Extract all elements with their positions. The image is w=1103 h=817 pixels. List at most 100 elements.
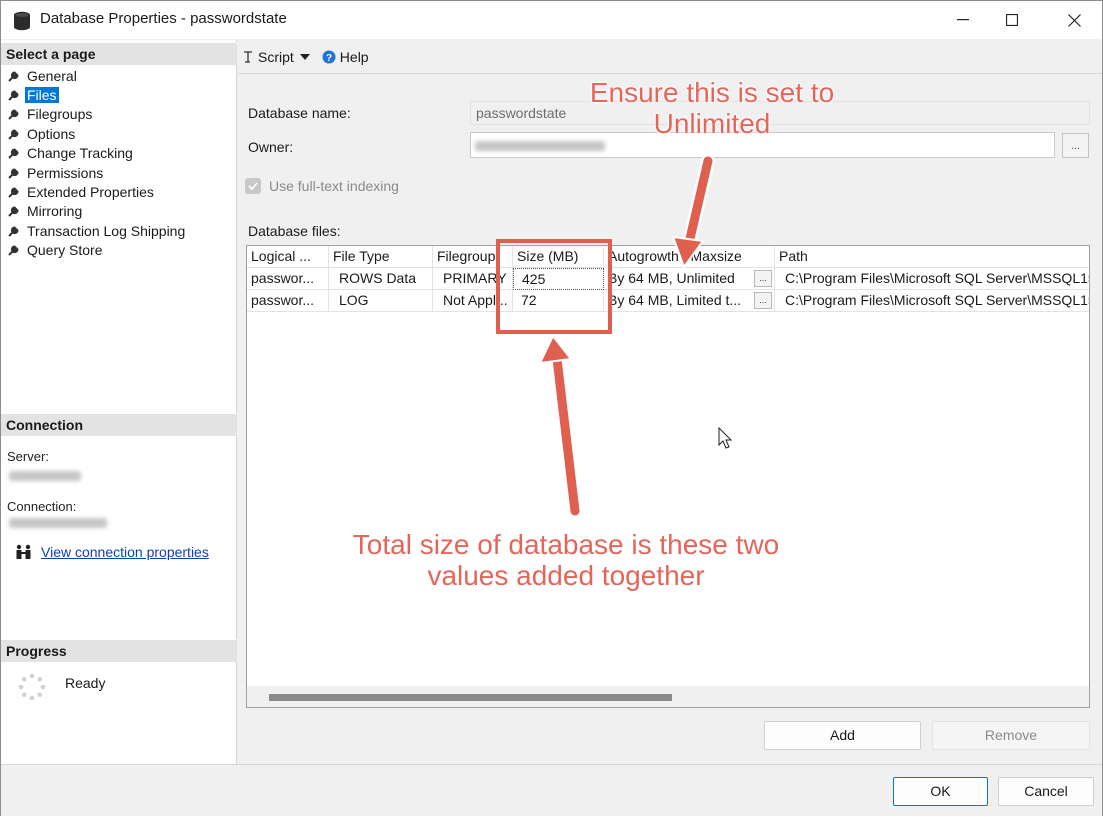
- database-icon: [14, 11, 30, 31]
- connection-icon: [16, 544, 31, 559]
- wrench-icon: [8, 245, 19, 256]
- view-connection-properties-link[interactable]: View connection properties: [15, 544, 209, 560]
- wrench-icon: [8, 206, 19, 218]
- database-name-label: Database name:: [248, 105, 351, 121]
- dialog-button-bar: OK Cancel: [1, 764, 1102, 816]
- script-button[interactable]: Script: [242, 49, 314, 65]
- maximize-button[interactable]: [989, 1, 1035, 39]
- cell-autogrowth[interactable]: By 64 MB, Limited t... ...: [604, 290, 775, 312]
- left-panel: Select a page General Files Filegroups O…: [1, 40, 237, 764]
- table-row[interactable]: passwor... LOG Not Appl... 72 By 64 MB, …: [247, 290, 1089, 312]
- wrench-icon: [8, 109, 19, 121]
- cell-file-type[interactable]: ROWS Data: [329, 268, 433, 290]
- window-title: Database Properties - passwordstate: [40, 10, 287, 27]
- owner-browse-button[interactable]: ...: [1062, 133, 1089, 158]
- sidebar-item-label: Files: [25, 87, 59, 104]
- toolbar: Script ? Help: [238, 40, 1102, 74]
- cancel-button[interactable]: Cancel: [998, 777, 1094, 806]
- autogrowth-value: By 64 MB, Limited t...: [608, 292, 742, 308]
- wrench-icon: [8, 148, 19, 159]
- connection-heading: Connection: [1, 413, 237, 436]
- ok-button[interactable]: OK: [893, 777, 988, 806]
- cell-path[interactable]: C:\Program Files\Microsoft SQL Server\MS…: [775, 268, 1089, 290]
- select-page-heading: Select a page: [1, 42, 237, 65]
- connection-value-redacted: [9, 518, 107, 528]
- sidebar-item-options[interactable]: Options: [7, 124, 187, 143]
- autogrowth-edit-button[interactable]: ...: [754, 270, 772, 287]
- sidebar-item-label: Mirroring: [27, 203, 83, 220]
- scrollbar-thumb[interactable]: [269, 694, 672, 701]
- table-row[interactable]: passwor... ROWS Data PRIMARY 425 By 64 M…: [247, 268, 1089, 290]
- fulltext-label: Use full-text indexing: [269, 178, 399, 194]
- annotation-top-line1: Ensure this is set to: [589, 76, 835, 108]
- remove-button[interactable]: Remove: [932, 721, 1090, 750]
- autogrowth-edit-button[interactable]: ...: [754, 292, 772, 309]
- connection-label: Connection:: [7, 499, 77, 514]
- database-files-label: Database files:: [248, 223, 341, 239]
- script-icon: [244, 50, 252, 63]
- sidebar-item-filegroups[interactable]: Filegroups: [7, 105, 187, 124]
- sidebar-item-label: Change Tracking: [27, 145, 133, 162]
- main-content: Script ? Help Database name: passwordsta…: [238, 40, 1102, 764]
- sidebar-item-extended-properties[interactable]: Extended Properties: [7, 182, 187, 201]
- fulltext-indexing-option: Use full-text indexing: [245, 178, 399, 194]
- column-header-autogrowth[interactable]: Autogrowth / Maxsize: [604, 246, 775, 268]
- sidebar-item-label: Transaction Log Shipping: [27, 222, 186, 239]
- sidebar-item-label: Options: [27, 125, 76, 142]
- sidebar-item-files[interactable]: Files: [7, 85, 187, 104]
- minimize-icon: [957, 19, 969, 21]
- cell-file-type[interactable]: LOG: [329, 290, 433, 312]
- wrench-icon: [8, 226, 19, 237]
- annotation-top-note: Ensure this is set to Unlimited: [557, 76, 867, 139]
- title-bar: Database Properties - passwordstate: [1, 1, 1102, 39]
- server-label: Server:: [7, 449, 49, 464]
- minimize-button[interactable]: [940, 1, 986, 39]
- horizontal-scrollbar[interactable]: [247, 686, 1089, 707]
- check-icon: [248, 182, 258, 190]
- annotation-bottom-note: Total size of database is these two valu…: [326, 528, 806, 591]
- sidebar-item-change-tracking[interactable]: Change Tracking: [7, 144, 187, 163]
- cell-logical-name[interactable]: passwor...: [247, 268, 329, 290]
- help-button[interactable]: ? Help: [322, 49, 369, 65]
- owner-value-redacted: [475, 141, 605, 151]
- mouse-cursor-icon: [718, 427, 733, 449]
- column-header-path[interactable]: Path: [775, 246, 1089, 268]
- server-value-redacted: [9, 471, 81, 481]
- sidebar-item-mirroring[interactable]: Mirroring: [7, 202, 187, 221]
- help-label: Help: [339, 48, 369, 65]
- add-button[interactable]: Add: [764, 721, 921, 750]
- sidebar-item-transaction-log-shipping[interactable]: Transaction Log Shipping: [7, 221, 187, 240]
- column-header-logical[interactable]: Logical ...: [247, 246, 329, 268]
- owner-label: Owner:: [248, 139, 294, 155]
- page-list: General Files Filegroups Options Change …: [7, 66, 187, 260]
- sidebar-item-label: Permissions: [27, 164, 104, 181]
- sidebar-item-permissions[interactable]: Permissions: [7, 163, 187, 182]
- wrench-icon: [8, 71, 19, 82]
- help-icon: ?: [322, 50, 336, 64]
- annotation-bottom-line2: values added together: [427, 559, 705, 591]
- wrench-icon: [8, 129, 19, 140]
- column-header-file-type[interactable]: File Type: [329, 246, 433, 268]
- progress-spinner-icon: [18, 673, 46, 701]
- view-connection-properties-label: View connection properties: [41, 544, 209, 560]
- sidebar-item-label: Filegroups: [27, 106, 93, 123]
- progress-status: Ready: [65, 675, 106, 691]
- sidebar-item-general[interactable]: General: [7, 66, 187, 85]
- chevron-down-icon: [299, 53, 310, 60]
- annotation-top-line2: Unlimited: [653, 107, 771, 139]
- size-highlight-box: [496, 239, 612, 334]
- sidebar-item-label: Extended Properties: [27, 184, 154, 201]
- wrench-icon: [8, 90, 19, 101]
- script-label: Script: [258, 48, 294, 65]
- wrench-icon: [8, 168, 19, 179]
- svg-text:?: ?: [326, 53, 332, 64]
- maximize-icon: [1006, 14, 1018, 26]
- autogrowth-value: By 64 MB, Unlimited: [608, 270, 735, 286]
- close-icon: [1067, 13, 1081, 27]
- close-button[interactable]: [1051, 1, 1097, 39]
- sidebar-item-query-store[interactable]: Query Store: [7, 241, 187, 260]
- cell-path[interactable]: C:\Program Files\Microsoft SQL Server\MS…: [775, 290, 1089, 312]
- cell-autogrowth[interactable]: By 64 MB, Unlimited ...: [604, 268, 775, 290]
- cell-logical-name[interactable]: passwor...: [247, 290, 329, 312]
- database-files-grid[interactable]: Logical ... File Type Filegroup Size (MB…: [246, 245, 1090, 708]
